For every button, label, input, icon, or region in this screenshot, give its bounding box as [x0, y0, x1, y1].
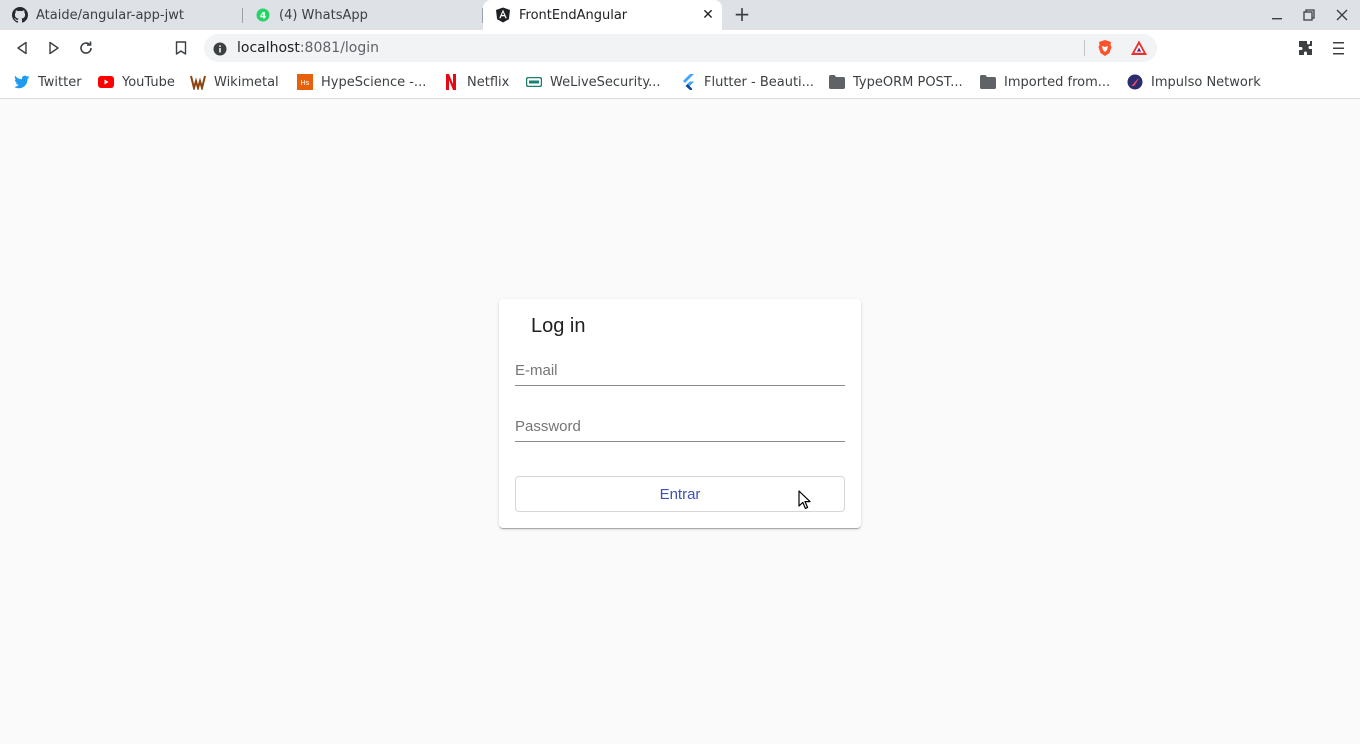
reload-icon[interactable] — [76, 38, 96, 58]
angular-icon — [495, 7, 511, 23]
forward-icon[interactable] — [44, 38, 64, 58]
tab-whatsapp[interactable]: 4 (4) WhatsApp — [243, 0, 483, 30]
extensions-icon[interactable] — [1297, 39, 1315, 57]
folder-icon — [980, 74, 996, 90]
welivesecurity-icon — [526, 74, 542, 90]
tab-title: (4) WhatsApp — [279, 7, 368, 23]
bookmark-imported-folder[interactable]: Imported from... — [980, 72, 1110, 92]
youtube-icon — [98, 74, 114, 90]
url-text: localhost:8081/login — [237, 40, 380, 56]
github-icon — [12, 7, 28, 23]
tab-frontendangular[interactable]: FrontEndAngular ✕ — [483, 0, 722, 30]
tab-strip: Ataide/angular-app-jwt 4 (4) WhatsApp Fr… — [0, 0, 1360, 30]
mouse-cursor-icon — [798, 490, 812, 510]
password-field[interactable] — [515, 412, 845, 442]
new-tab-icon[interactable]: + — [732, 4, 752, 25]
svg-text:Hs: Hs — [301, 79, 310, 87]
bookmark-icon[interactable] — [171, 38, 191, 58]
netflix-icon — [443, 74, 459, 90]
impulso-icon — [1127, 74, 1143, 90]
bookmark-youtube[interactable]: YouTube — [98, 72, 175, 92]
close-window-icon[interactable] — [1333, 6, 1351, 24]
bookmark-typeorm-folder[interactable]: TypeORM POST... — [829, 72, 963, 92]
brave-shields-icon[interactable] — [1096, 39, 1114, 57]
menu-icon[interactable] — [1330, 39, 1346, 57]
whatsapp-icon: 4 — [255, 7, 271, 23]
svg-text:4: 4 — [260, 12, 266, 22]
folder-icon — [829, 74, 845, 90]
twitter-icon — [14, 74, 30, 90]
bookmarks-bar: Twitter YouTube Wikimetal Hs HypeScience… — [0, 66, 1360, 99]
flutter-icon — [680, 74, 696, 90]
divider — [1084, 40, 1085, 56]
bookmark-impulso[interactable]: Impulso Network — [1127, 72, 1261, 92]
wikimetal-icon — [190, 74, 206, 90]
login-title: Log in — [531, 315, 586, 337]
page-content: Log in Entrar — [0, 100, 1360, 744]
password-input[interactable] — [515, 415, 845, 437]
bookmark-flutter[interactable]: Flutter - Beauti... — [680, 72, 814, 92]
bookmark-twitter[interactable]: Twitter — [14, 72, 82, 92]
email-field[interactable] — [515, 356, 845, 386]
email-input[interactable] — [515, 359, 845, 381]
restore-icon[interactable] — [1300, 6, 1318, 24]
minimize-icon[interactable] — [1268, 6, 1286, 24]
tab-title: Ataide/angular-app-jwt — [36, 7, 184, 23]
bookmark-wikimetal[interactable]: Wikimetal — [190, 72, 279, 92]
back-icon[interactable] — [12, 38, 32, 58]
close-tab-icon[interactable]: ✕ — [700, 7, 716, 23]
hypescience-icon: Hs — [297, 74, 313, 90]
address-bar[interactable]: localhost:8081/login — [204, 34, 1157, 62]
login-button[interactable]: Entrar — [515, 476, 845, 512]
bookmark-hypescience[interactable]: Hs HypeScience -... — [297, 72, 426, 92]
info-icon[interactable] — [213, 41, 227, 56]
browser-toolbar: localhost:8081/login — [0, 30, 1360, 66]
bookmark-welivesecurity[interactable]: WeLiveSecurity... — [526, 72, 661, 92]
bookmark-netflix[interactable]: Netflix — [443, 72, 509, 92]
tab-github[interactable]: Ataide/angular-app-jwt — [0, 0, 243, 30]
tab-title: FrontEndAngular — [519, 7, 628, 23]
brave-rewards-icon[interactable] — [1130, 39, 1148, 57]
